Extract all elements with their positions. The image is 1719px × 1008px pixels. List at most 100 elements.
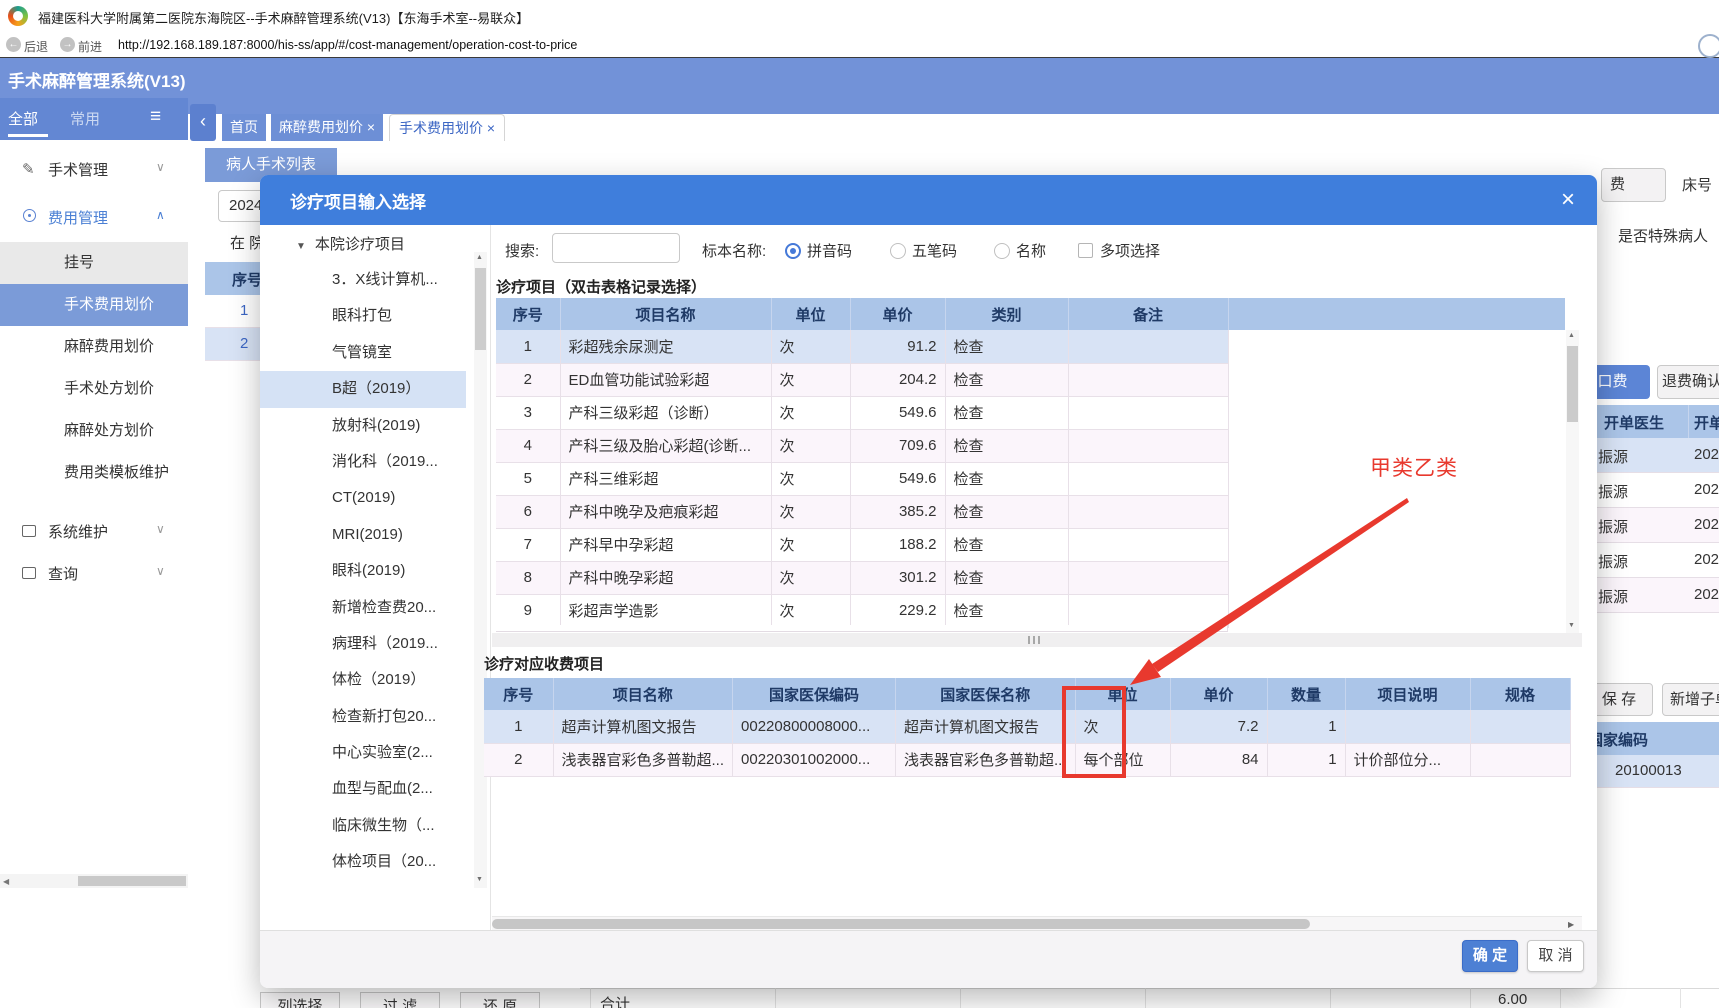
orders-row[interactable]: 振源2024- xyxy=(1597,543,1719,578)
sidebar-horizontal-scrollbar[interactable]: ◀ xyxy=(0,874,188,888)
scrollbar-thumb[interactable] xyxy=(475,268,486,350)
radio-wubi-label[interactable]: 五笔码 xyxy=(912,240,957,261)
col-header-remark[interactable]: 备注 xyxy=(1068,298,1229,330)
treatment-item-row[interactable]: 1 彩超残余尿测定次 91.2 检查 xyxy=(496,330,1229,364)
col-header-unit[interactable]: 单位 xyxy=(771,298,851,330)
tree-item[interactable]: 眼科打包 xyxy=(260,298,466,334)
orders-row[interactable]: 振源2024- xyxy=(1597,508,1719,543)
tree-item[interactable]: 中心实验室(2... xyxy=(260,735,466,771)
lower-horizontal-scrollbar[interactable]: ▶ xyxy=(492,916,1582,930)
forward-icon[interactable]: → xyxy=(60,37,75,52)
col-header-seq[interactable]: 序号 xyxy=(484,678,554,710)
tree-expand-icon[interactable]: ▼ xyxy=(296,241,306,252)
radio-name[interactable] xyxy=(994,243,1010,259)
col-header-insurance-code[interactable]: 国家医保编码 xyxy=(732,678,897,710)
upper-table-scrollbar[interactable]: ▲ ▼ xyxy=(1566,330,1579,633)
url-field[interactable]: http://192.168.189.187:8000/his-ss/app/#… xyxy=(118,38,577,52)
annotation-arrow xyxy=(1130,498,1409,685)
multi-select-checkbox[interactable] xyxy=(1078,243,1093,258)
sidebar-item-surgery-mgmt[interactable]: ✎ 手术管理 ∨ xyxy=(0,148,188,190)
bottom-toolbar-button[interactable]: 过 滤 xyxy=(360,992,440,1008)
col-header-spec[interactable]: 规格 xyxy=(1470,678,1571,710)
bottom-toolbar-button[interactable]: 还 原 xyxy=(460,992,540,1008)
col-header-insurance-name[interactable]: 国家医保名称 xyxy=(895,678,1076,710)
search-input[interactable] xyxy=(552,233,680,263)
sidebar-submenu-item[interactable]: 手术费用划价 xyxy=(0,284,188,326)
close-icon[interactable]: × xyxy=(1548,183,1588,217)
forward-label[interactable]: 前进 xyxy=(78,38,102,55)
tree-scrollbar[interactable]: ▲ ▼ xyxy=(474,252,487,888)
scroll-up-icon[interactable]: ▲ xyxy=(476,254,483,261)
tree-item[interactable]: 血型与配血(2... xyxy=(260,771,466,807)
charge-item-row[interactable]: 1 超声计算机图文报告 00220800008000... 超声计算机图文报告 次 7.… xyxy=(484,710,1571,744)
col-header-item-name[interactable]: 项目名称 xyxy=(560,298,772,330)
ok-button[interactable]: 确 定 xyxy=(1462,940,1518,972)
tree-item[interactable]: 病理科（2019... xyxy=(260,626,466,662)
col-header-category[interactable]: 类别 xyxy=(945,298,1069,330)
tree-item[interactable]: 气管镜室 xyxy=(260,335,466,371)
orders-row[interactable]: 振源2024- xyxy=(1597,473,1719,508)
bottom-toolbar-button[interactable]: 列选择 xyxy=(260,992,340,1008)
tree-item[interactable]: MRI(2019) xyxy=(260,517,466,553)
scroll-right-icon[interactable]: ▶ xyxy=(1568,920,1574,929)
radio-pinyin[interactable] xyxy=(785,243,801,259)
tree-item[interactable]: 3．X线计算机... xyxy=(260,262,466,298)
radio-pinyin-label[interactable]: 拼音码 xyxy=(807,240,852,261)
treatment-item-row[interactable]: 2 ED血管功能试验彩超次 204.2 检查 xyxy=(496,363,1229,397)
tab-anesthesia-pricing[interactable]: 麻醉费用划价 × xyxy=(271,114,383,141)
cancel-button[interactable]: 取 消 xyxy=(1527,940,1584,972)
treatment-item-row[interactable]: 4 产科三级及胎心彩超(诊断... 次 709.6 检查 xyxy=(496,429,1229,463)
collapse-sidebar-icon[interactable]: ≡ xyxy=(150,106,161,128)
tree-root-node[interactable]: ▼ 本院诊疗项目 xyxy=(296,233,405,254)
sidebar-submenu-item[interactable]: 费用类模板维护 xyxy=(0,452,188,494)
orders-row[interactable]: 振源2024- xyxy=(1597,438,1719,473)
sidebar-submenu-item[interactable]: 挂号 xyxy=(0,242,188,284)
col-header-seq[interactable]: 序号 xyxy=(496,298,561,330)
refund-confirm-button[interactable]: 退费确认 xyxy=(1657,365,1719,399)
back-icon[interactable]: ← xyxy=(6,37,21,52)
tab-home[interactable]: 首页 xyxy=(222,114,266,141)
tree-item[interactable]: 临床微生物（... xyxy=(260,808,466,844)
charge-item-row[interactable]: 2 浅表器官彩色多普勒超... 00220301002000... 浅表器官彩色多普勒… xyxy=(484,743,1571,777)
tree-item[interactable]: 新增检查费20... xyxy=(260,590,466,626)
back-label[interactable]: 后退 xyxy=(24,38,48,55)
col-header-item-name[interactable]: 项目名称 xyxy=(553,678,734,710)
sidebar-item-query[interactable]: 查询 ∨ xyxy=(0,552,188,594)
tree-item[interactable]: 体检项目（20... xyxy=(260,844,466,880)
add-child-order-button[interactable]: 新增子单 xyxy=(1662,683,1719,716)
multi-select-label[interactable]: 多项选择 xyxy=(1100,240,1160,261)
orders-row[interactable]: 振源2024- xyxy=(1597,578,1719,613)
tree-item[interactable]: 放射科(2019) xyxy=(260,408,466,444)
sidebar-item-fee-mgmt[interactable]: 费用管理 ∧ xyxy=(0,196,188,238)
tab-surgery-pricing[interactable]: 手术费用划价 × xyxy=(389,114,505,141)
sidebar-submenu-item[interactable]: 麻醉费用划价 xyxy=(0,326,188,368)
tree-item[interactable]: B超（2019） xyxy=(260,371,466,408)
scroll-up-icon[interactable]: ▲ xyxy=(1568,332,1575,339)
sidebar-tab-common[interactable]: 常用 xyxy=(70,108,100,129)
splitter-grip-icon[interactable] xyxy=(1028,636,1030,644)
scroll-down-icon[interactable]: ▼ xyxy=(1568,622,1575,629)
fee-button-fragment[interactable]: 费 xyxy=(1601,168,1666,202)
tree-item[interactable]: 体检（2019） xyxy=(260,662,466,698)
refresh-icon[interactable] xyxy=(1698,34,1719,58)
scrollbar-thumb[interactable] xyxy=(492,919,1310,929)
scrollbar-thumb[interactable] xyxy=(78,876,186,886)
tree-item[interactable]: 消化科（2019... xyxy=(260,444,466,480)
sidebar-tab-all[interactable]: 全部 xyxy=(8,108,38,129)
sidebar-submenu-item[interactable]: 手术处方划价 xyxy=(0,368,188,410)
treatment-item-row[interactable]: 3 产科三级彩超（诊断）次 549.6 检查 xyxy=(496,396,1229,430)
col-header-price[interactable]: 单价 xyxy=(850,298,946,330)
national-code-value[interactable]: 20100013 xyxy=(1588,755,1719,788)
sidebar-submenu-item[interactable]: 麻醉处方划价 xyxy=(0,410,188,452)
scroll-down-icon[interactable]: ▼ xyxy=(476,876,483,883)
scrollbar-thumb[interactable] xyxy=(1567,346,1578,422)
scroll-left-icon[interactable]: ◀ xyxy=(3,877,9,886)
tree-item[interactable]: 眼科(2019) xyxy=(260,553,466,589)
sidebar-item-system-maint[interactable]: 系统维护 ∨ xyxy=(0,510,188,552)
tree-item[interactable]: CT(2019) xyxy=(260,480,466,516)
tree-item[interactable]: 检查新打包20... xyxy=(260,699,466,735)
radio-wubi[interactable] xyxy=(890,243,906,259)
dialog-title: 诊疗项目输入选择 xyxy=(290,193,426,212)
tab-scroll-left-button[interactable]: ‹ xyxy=(190,104,216,141)
radio-name-label[interactable]: 名称 xyxy=(1016,240,1046,261)
